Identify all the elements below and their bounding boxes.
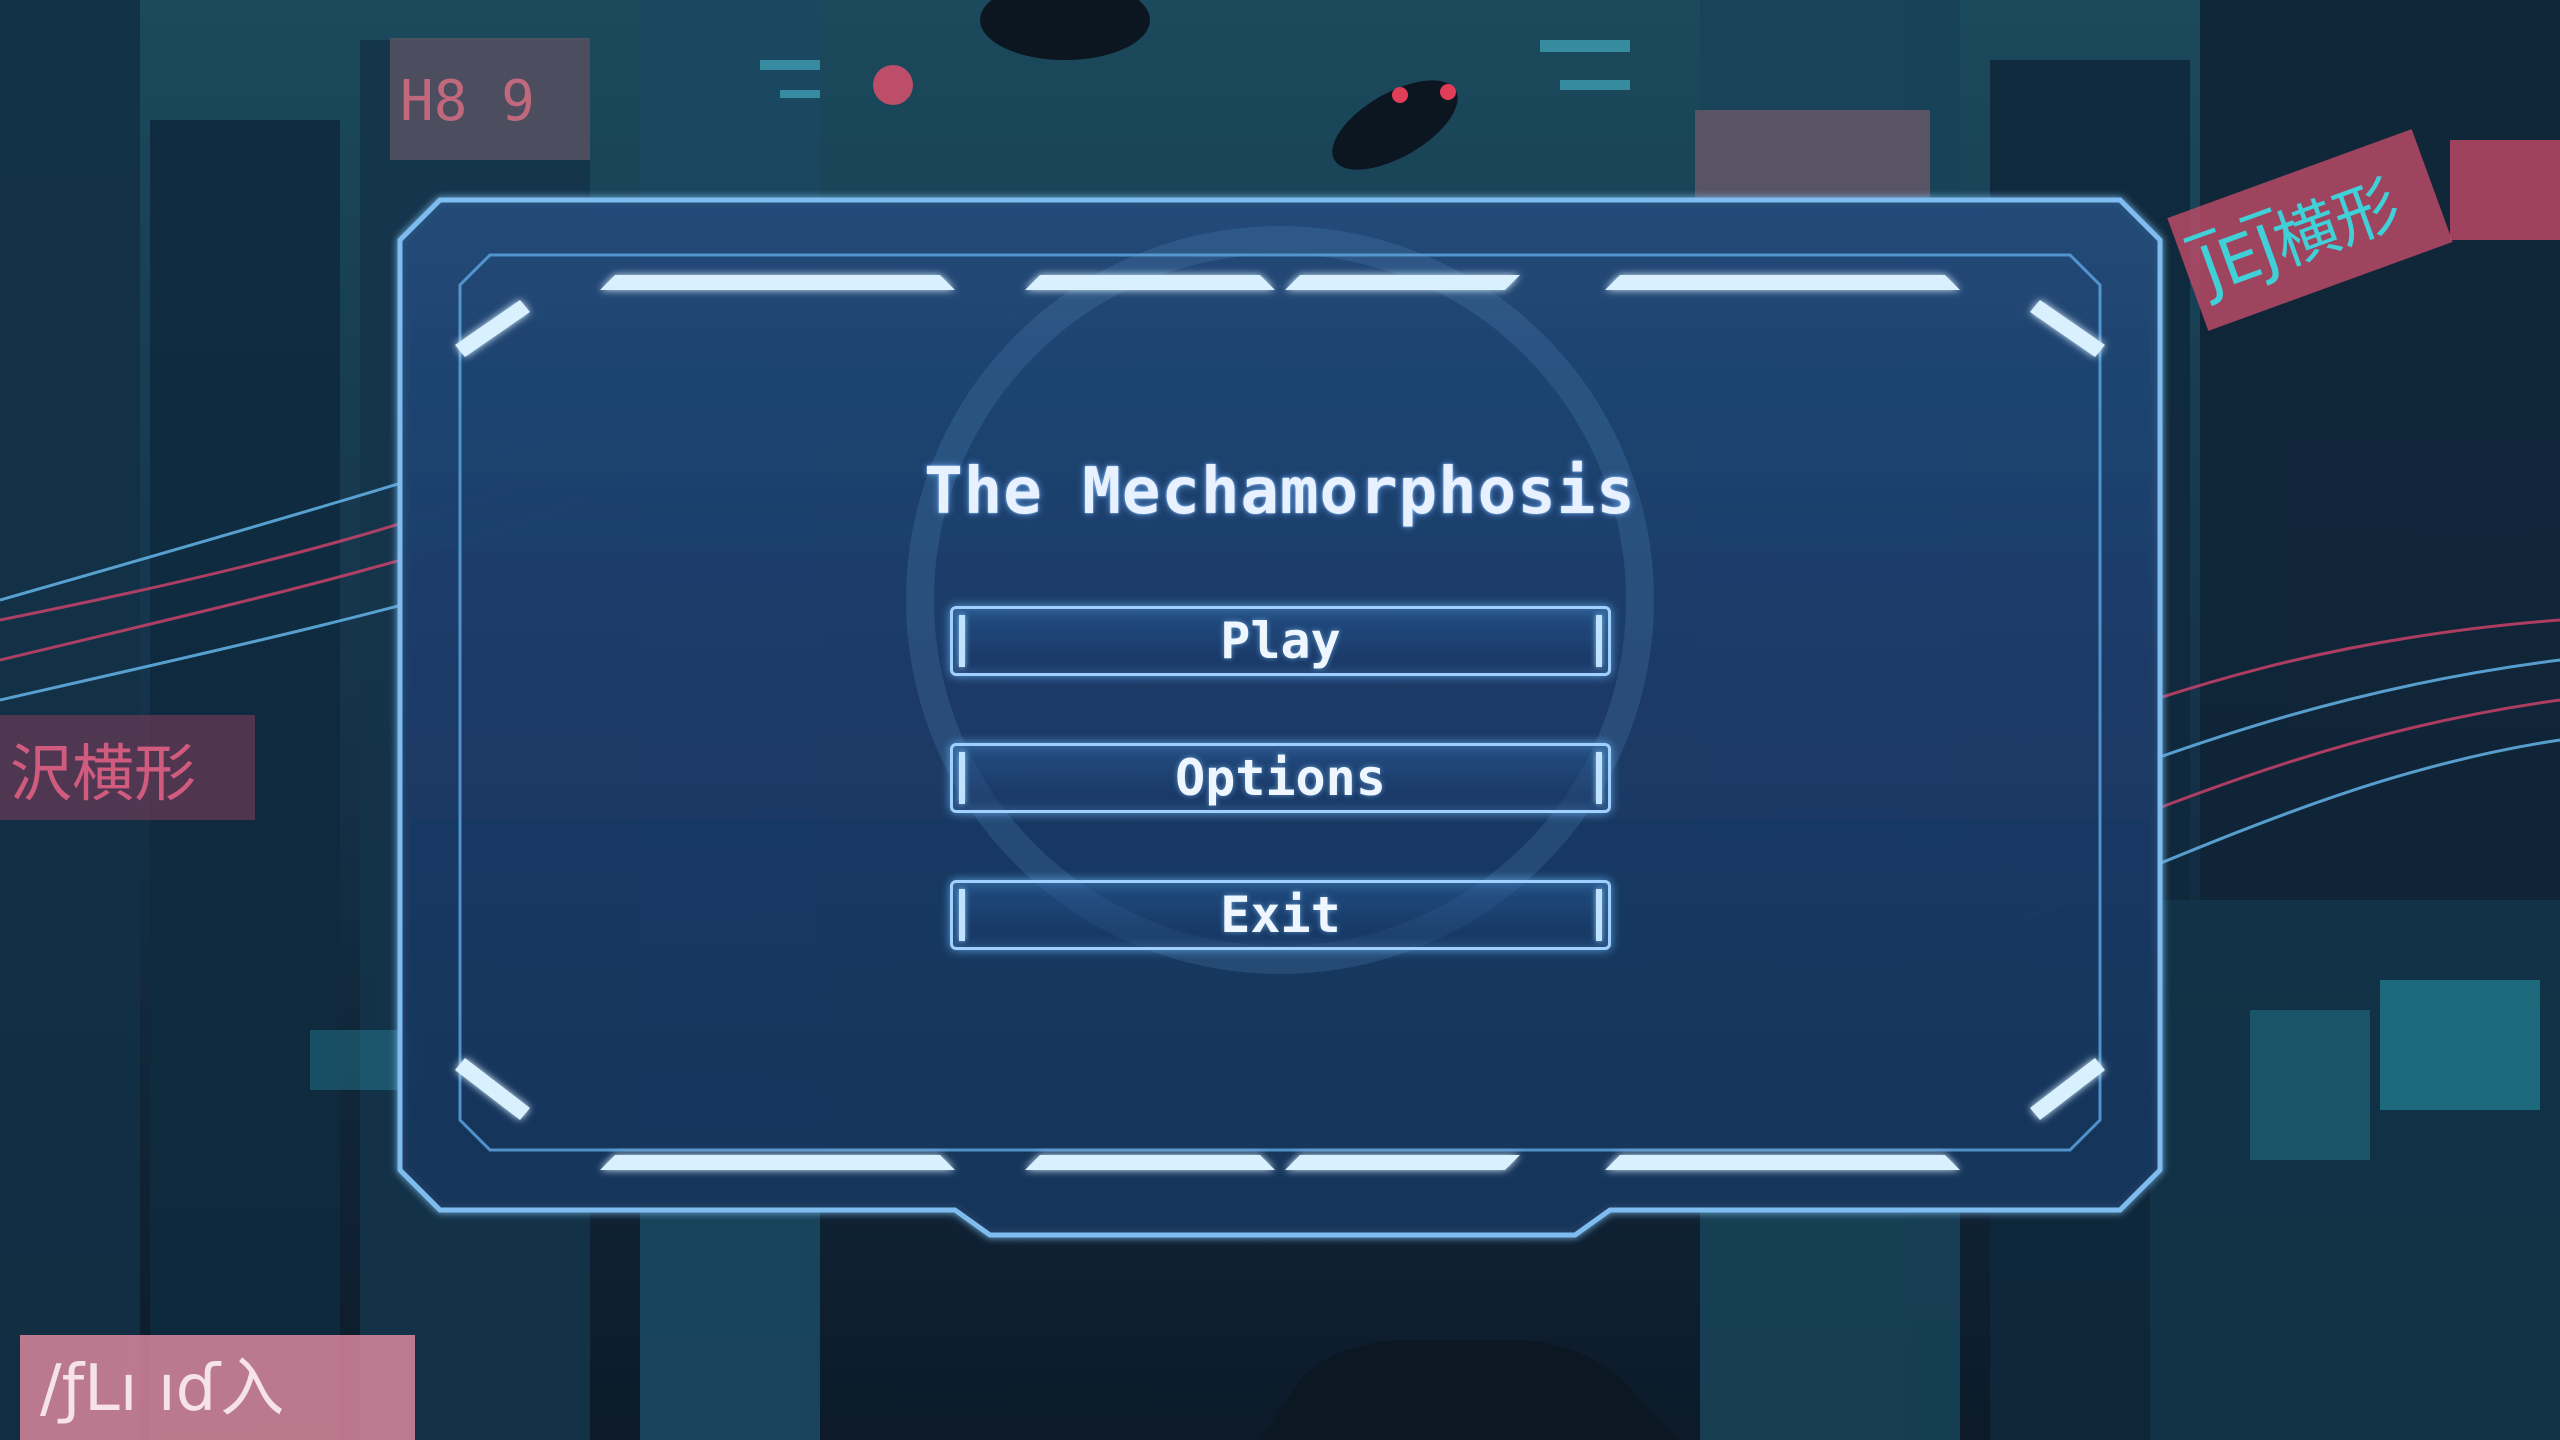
neon-sign-bottom-left: /ƒLı ıɗ入 xyxy=(20,1335,415,1440)
game-title: The Mechamorphosis xyxy=(924,455,1636,529)
exit-button[interactable]: Exit xyxy=(950,880,1611,950)
svg-text:H8 9: H8 9 xyxy=(400,69,535,134)
game-background: H8 9 J̅EJ̅横形 沢横形 /ƒLı ıɗ入 xyxy=(0,0,2560,1440)
options-button[interactable]: Options xyxy=(950,743,1611,813)
billboard-top-right xyxy=(2450,140,2560,240)
menu-panel-frame xyxy=(397,197,2163,1238)
svg-text:/ƒLı ıɗ入: /ƒLı ıɗ入 xyxy=(40,1352,284,1426)
play-button[interactable]: Play xyxy=(950,606,1611,676)
neon-sign-left-middle: 沢横形 xyxy=(0,715,255,820)
screen-sign-top-right xyxy=(1695,110,1930,210)
svg-text:沢横形: 沢横形 xyxy=(10,737,196,810)
neon-orb xyxy=(873,65,913,105)
neon-sign-top-left: H8 9 xyxy=(390,38,590,160)
